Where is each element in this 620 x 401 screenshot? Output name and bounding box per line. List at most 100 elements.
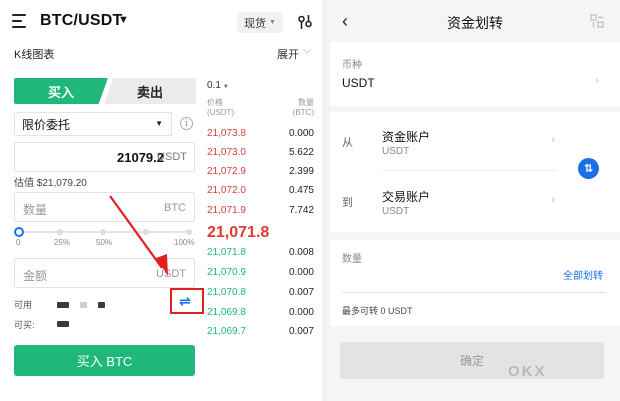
bid-price: 21,071.8 — [207, 247, 246, 258]
swap-accounts-icon[interactable]: ⇅ — [578, 158, 599, 179]
chevron-right-icon[interactable]: › — [551, 132, 555, 146]
caret-down-icon: ▼ — [222, 84, 229, 90]
coin-value: USDT — [342, 76, 375, 90]
transfer-arrows-icon[interactable]: ⇌ — [179, 293, 191, 310]
redacted-balance — [57, 302, 69, 308]
redacted-balance — [98, 302, 105, 308]
annotation-arrow — [109, 195, 168, 276]
expand-button[interactable]: 展开 — [277, 46, 299, 62]
orderbook-price-header: 价格 (USDT) — [207, 98, 234, 118]
precision-select[interactable]: 0.1 ▼ — [207, 80, 229, 91]
watermark-logo: OKX — [508, 363, 547, 380]
sell-tab[interactable]: 卖出 — [104, 78, 196, 104]
bid-row[interactable]: 21,069.7 0.007 — [207, 323, 314, 342]
slider-handle[interactable] — [14, 227, 24, 237]
to-account[interactable]: 交易账户 — [382, 188, 430, 205]
max-transferable: 最多可转 0 USDT — [342, 306, 413, 316]
page-title: 资金划转 — [447, 15, 503, 31]
from-account[interactable]: 资金账户 — [382, 128, 430, 145]
bid-price: 21,070.9 — [207, 267, 246, 278]
quantity-field[interactable] — [342, 292, 606, 293]
bid-price: 21,069.8 — [207, 307, 246, 318]
ask-price: 21,072.0 — [207, 185, 246, 196]
account-selector-card: 从 资金账户 USDT › 到 交易账户 USDT › ⇅ — [330, 112, 620, 232]
ask-price: 21,073.0 — [207, 147, 246, 158]
qty-header-label: 数量 — [298, 98, 314, 107]
price-input[interactable]: 21079.2 USDT — [14, 142, 195, 172]
bid-row[interactable]: 21,070.8 0.007 — [207, 284, 314, 303]
ask-price: 21,073.8 — [207, 128, 246, 139]
info-icon[interactable]: i — [180, 117, 193, 130]
bid-qty: 0.008 — [288, 247, 314, 258]
order-type-value: 限价委托 — [22, 117, 71, 132]
bid-row[interactable]: 21,069.8 0.000 — [207, 304, 314, 323]
quantity-label: 数量 — [342, 254, 362, 265]
chevron-right-icon: › — [595, 73, 599, 87]
slider-tick[interactable] — [57, 229, 63, 235]
ask-qty: 0.475 — [288, 185, 314, 196]
buy-tab[interactable]: 买入 — [14, 78, 108, 104]
estimated-value: 估值 $21,079.20 — [14, 178, 87, 189]
ask-row[interactable]: 21,072.0 0.475 — [207, 182, 314, 201]
redacted-balance — [57, 321, 69, 327]
options-icon[interactable] — [297, 13, 313, 31]
can-buy-label: 可买: — [14, 320, 35, 330]
bid-row[interactable]: 21,070.9 0.000 — [207, 264, 314, 283]
panel-divider — [322, 0, 330, 401]
transfer-all-button[interactable]: 全部划转 — [563, 267, 603, 282]
ask-row[interactable]: 21,073.8 0.000 — [207, 125, 314, 144]
bid-qty: 0.007 — [288, 326, 314, 337]
bid-row[interactable]: 21,071.8 0.008 — [207, 244, 314, 263]
market-type-label: 现货 — [244, 17, 267, 30]
price-header-label: 价格 — [207, 98, 223, 107]
bid-price: 21,070.8 — [207, 287, 246, 298]
from-currency: USDT — [382, 146, 410, 157]
chevron-right-icon[interactable]: › — [551, 192, 555, 206]
buy-btc-button[interactable]: 买入 BTC — [14, 345, 195, 376]
fund-transfer-panel: ‹ 资金划转 币种 USDT › 从 资金账户 USDT › 到 交易账户 US… — [330, 0, 620, 401]
amount-placeholder: 金额 — [23, 269, 48, 283]
caret-down-icon: ▼ — [269, 19, 276, 26]
market-type-dropdown[interactable]: 现货 ▼ — [237, 12, 283, 33]
slider-label: 0 — [16, 238, 21, 247]
transfer-highlight[interactable]: ⇌ — [170, 288, 204, 314]
ask-qty: 2.399 — [288, 166, 314, 177]
ask-qty: 5.622 — [288, 147, 314, 158]
slider-label: 25% — [54, 238, 71, 247]
orderbook-qty-header: 数量 (BTC) — [290, 98, 314, 118]
chevron-down-icon[interactable]: ⌵ — [303, 44, 311, 57]
ask-price: 21,071.9 — [207, 205, 246, 216]
divider — [382, 170, 556, 171]
spot-trade-panel: BTC/USDT ▼ 现货 ▼ K线图表 展开 ⌵ 买入 卖出 限价委托 ▼ i… — [0, 0, 322, 401]
caret-down-icon[interactable]: ▼ — [118, 14, 129, 26]
quantity-card: 数量 全部划转 最多可转 0 USDT — [330, 240, 620, 326]
last-price[interactable]: 21,071.8 — [207, 224, 269, 242]
bid-price: 21,069.7 — [207, 326, 246, 337]
confirm-button[interactable]: 确定 — [340, 342, 604, 379]
coin-label: 币种 — [342, 60, 362, 71]
price-unit: USDT — [157, 151, 187, 163]
to-label: 到 — [342, 197, 353, 209]
ask-qty: 0.000 — [288, 128, 314, 139]
ask-row[interactable]: 21,071.9 7.742 — [207, 202, 314, 221]
order-type-select[interactable]: 限价委托 ▼ — [14, 112, 172, 136]
quantity-placeholder: 数量 — [23, 203, 48, 217]
caret-down-icon: ▼ — [155, 119, 163, 128]
history-icon[interactable] — [590, 14, 604, 28]
bid-qty: 0.007 — [288, 287, 314, 298]
bid-qty: 0.000 — [288, 307, 314, 318]
qty-header-unit: (BTC) — [292, 108, 314, 117]
ask-qty: 7.742 — [288, 205, 314, 216]
price-header-unit: (USDT) — [207, 108, 235, 117]
from-label: 从 — [342, 137, 353, 149]
coin-selector[interactable]: 币种 USDT › — [330, 42, 620, 106]
ask-row[interactable]: 21,072.9 2.399 — [207, 163, 314, 182]
available-label: 可用 — [14, 300, 33, 310]
to-currency: USDT — [382, 206, 410, 217]
kline-chart-label[interactable]: K线图表 — [14, 46, 54, 62]
bid-qty: 0.000 — [288, 267, 314, 278]
ask-row[interactable]: 21,073.0 5.622 — [207, 144, 314, 163]
redacted-balance — [80, 302, 87, 308]
trading-pair-title[interactable]: BTC/USDT — [40, 12, 122, 30]
menu-icon[interactable] — [12, 14, 28, 28]
